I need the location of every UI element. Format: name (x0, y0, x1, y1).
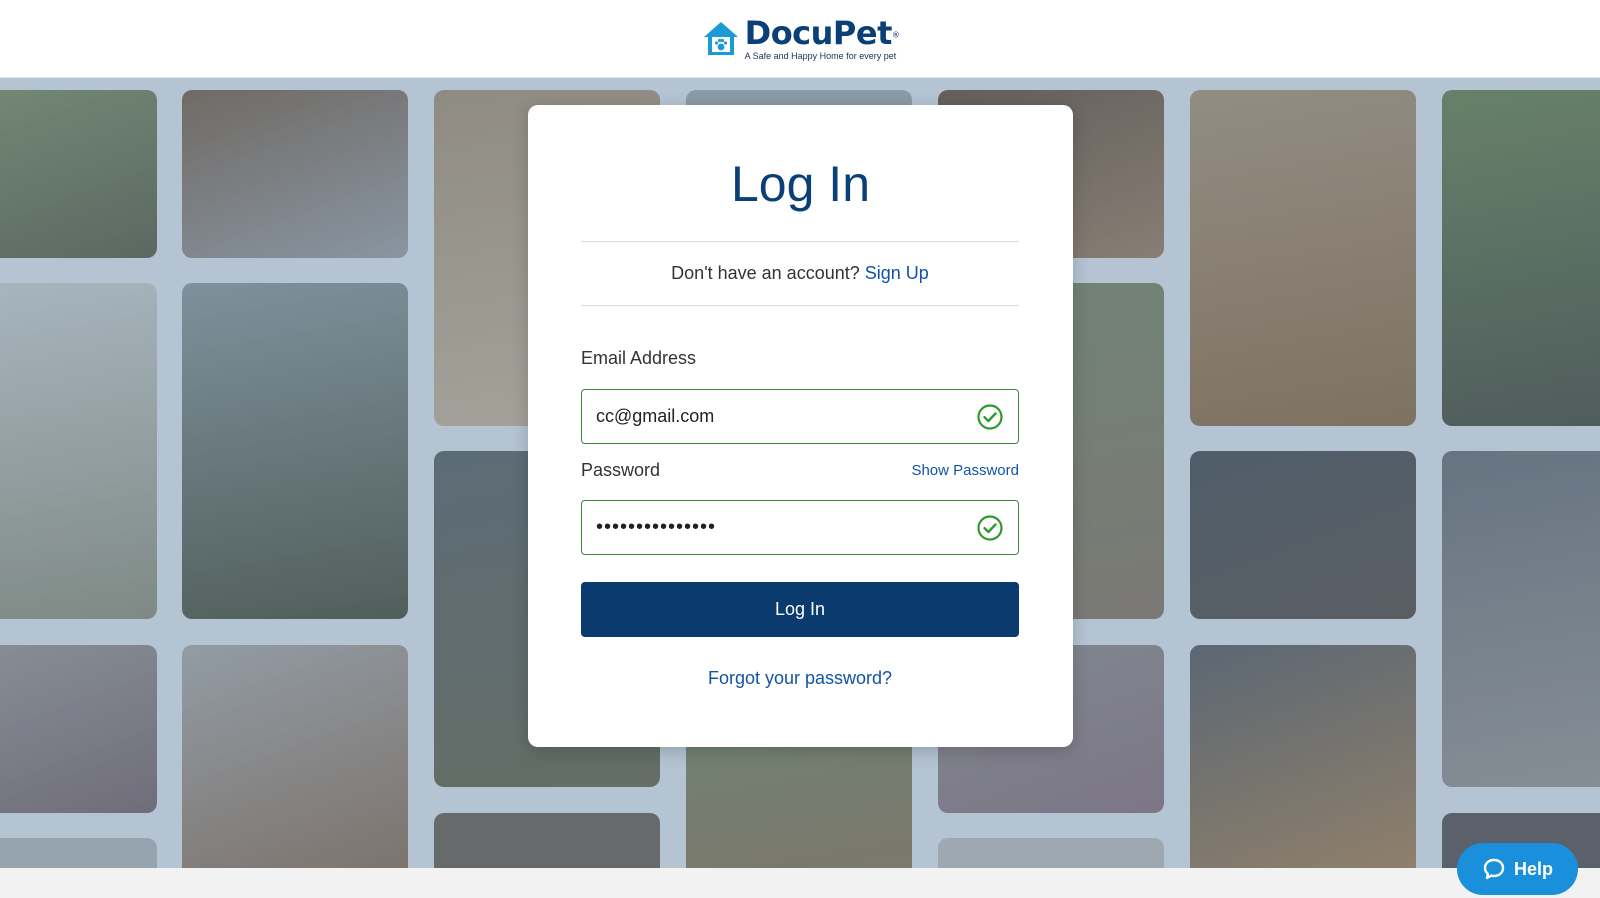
pet-photo-tile (0, 838, 157, 868)
pet-photo-tile (1190, 645, 1416, 868)
help-label: Help (1513, 858, 1553, 879)
check-circle-icon (977, 403, 1003, 430)
pet-photo-tile (182, 283, 408, 619)
brand-tagline: A Safe and Happy Home for every pet (744, 50, 897, 61)
pet-photo-tile (0, 283, 157, 619)
email-field[interactable]: cc@gmail.com (581, 389, 1019, 444)
help-button[interactable]: Help (1457, 843, 1578, 895)
login-button[interactable]: Log In (581, 582, 1019, 637)
divider-bottom (581, 305, 1019, 306)
signup-prompt: Don't have an account? Sign Up (581, 263, 1019, 284)
docupet-logo[interactable]: DocuPet® A Safe and Happy Home for every… (701, 17, 900, 61)
pet-photo-tile (1190, 90, 1416, 426)
email-label: Email Address (581, 348, 697, 368)
pet-photo-tile (1442, 451, 1600, 787)
forgot-password-link[interactable]: Forgot your password? (581, 668, 1019, 689)
login-card: Log In Don't have an account? Sign Up Em… (528, 105, 1073, 747)
password-field[interactable]: ••••••••••••••• (581, 500, 1019, 555)
check-circle-icon (977, 514, 1003, 541)
pet-photo-tile (1190, 451, 1416, 619)
show-password-link[interactable]: Show Password (911, 462, 1019, 479)
footer-strip (0, 868, 1600, 898)
divider-top (581, 241, 1019, 242)
password-value: ••••••••••••••• (596, 516, 717, 538)
pet-photo-tile (1442, 90, 1600, 426)
pet-photo-tile (434, 813, 660, 868)
pet-photo-tile (938, 838, 1164, 868)
pet-photo-tile (0, 645, 157, 813)
email-value: cc@gmail.com (596, 406, 715, 426)
pet-photo-tile (182, 90, 408, 258)
pet-photo-tile (0, 90, 157, 258)
signup-link[interactable]: Sign Up (865, 263, 929, 283)
house-paw-icon (703, 21, 738, 55)
site-header: DocuPet® A Safe and Happy Home for every… (0, 0, 1600, 78)
chat-bubble-icon (1483, 858, 1505, 880)
password-label: Password (581, 460, 661, 480)
pet-photo-tile (182, 645, 408, 868)
brand-name: DocuPet® (744, 13, 900, 52)
page-title: Log In (730, 156, 870, 212)
no-account-text: Don't have an account? (671, 263, 860, 283)
pet-photo-tile (686, 738, 912, 868)
